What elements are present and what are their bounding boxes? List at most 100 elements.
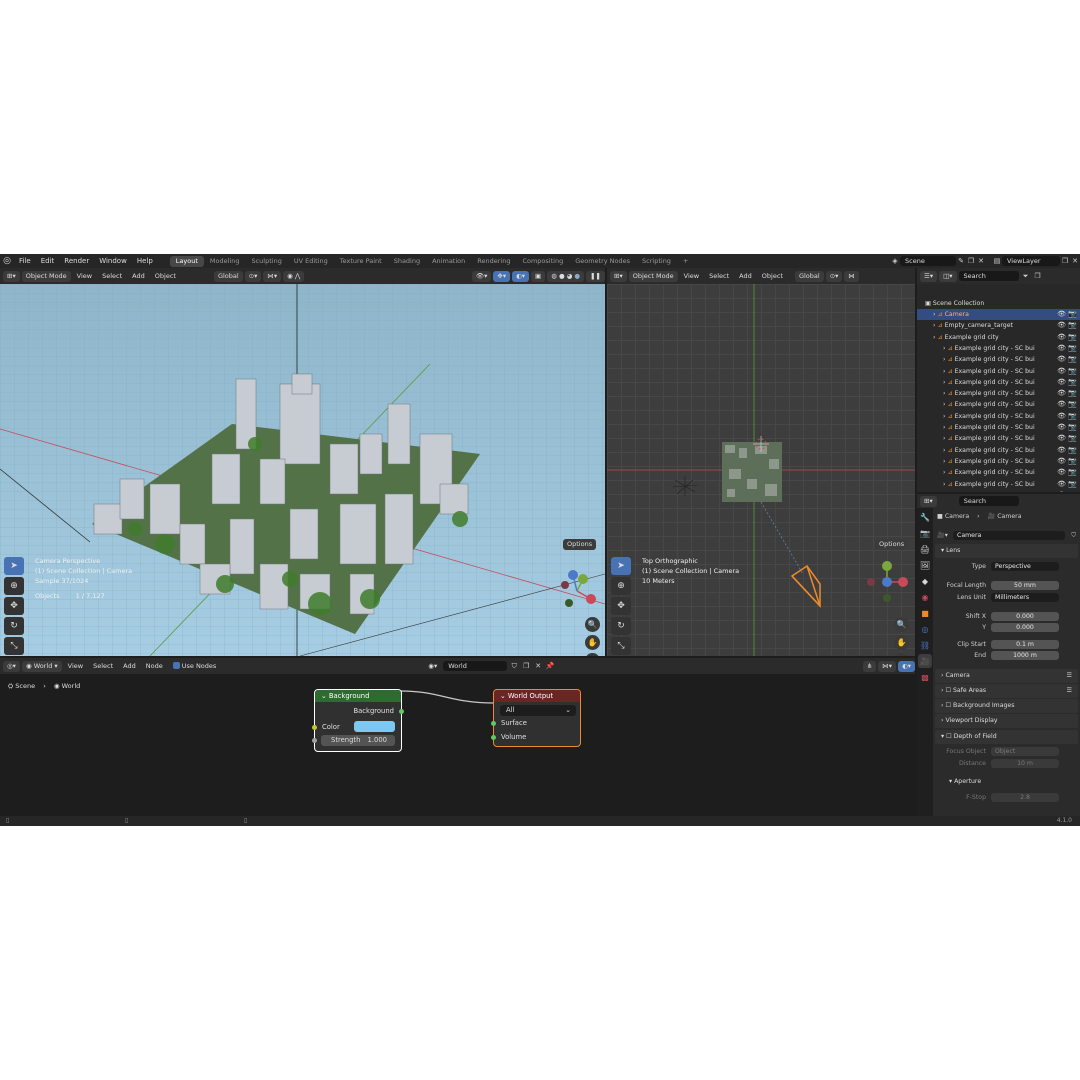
viewlayer-icon[interactable]: ▤	[992, 256, 1002, 266]
options-button[interactable]: Options	[563, 539, 597, 550]
render-camera-icon[interactable]: 📷	[1068, 320, 1077, 331]
menu-node[interactable]: Node	[142, 661, 167, 672]
outliner-item[interactable]: › ⊿ Example grid city - SC bui👁📷	[917, 456, 1080, 467]
orientation-selector[interactable]: Global	[213, 270, 243, 282]
move-icon[interactable]: ✥	[611, 597, 631, 615]
overlay-icon[interactable]: ◐▾	[898, 660, 915, 672]
editor-type-icon[interactable]: ⊞▾	[3, 270, 20, 282]
delete-viewlayer-icon[interactable]: ✕	[1070, 256, 1080, 266]
visibility-eye-icon[interactable]: 👁	[1057, 490, 1066, 492]
unlink-icon[interactable]: ✕	[533, 661, 543, 671]
output-tab-icon[interactable]: 🖨	[918, 542, 932, 556]
new-collection-icon[interactable]: ❐	[1033, 271, 1043, 281]
menu-render[interactable]: Render	[59, 257, 94, 265]
tab-texture-paint[interactable]: Texture Paint	[334, 256, 388, 267]
shading-modes-icon[interactable]: ◍ ● ◕ ●	[547, 270, 585, 282]
visibility-eye-icon[interactable]: 👁	[1057, 467, 1066, 478]
new-scene-icon[interactable]: ❐	[966, 256, 976, 266]
camera-data-tab-icon[interactable]: 🎥	[918, 654, 932, 668]
rotate-icon[interactable]: ↻	[611, 617, 631, 635]
menu-view[interactable]: View	[680, 271, 703, 282]
camera-panel-header[interactable]: › Camera ☰	[935, 669, 1078, 683]
viewport-camera[interactable]: ⊞▾ Object Mode View Select Add Object Gl…	[0, 268, 605, 656]
camera-view-icon[interactable]: 🎥	[894, 653, 909, 656]
shift-x-field[interactable]: 0.000	[991, 612, 1059, 621]
visibility-eye-icon[interactable]: 👁	[1057, 354, 1066, 365]
outliner-search[interactable]: Search	[958, 271, 1019, 281]
visibility-eye-icon[interactable]: 👁	[1057, 445, 1066, 456]
surface-input-socket[interactable]	[491, 721, 496, 726]
outliner-item[interactable]: › ⊿ Example grid city - SC bui👁📷	[917, 467, 1080, 478]
snap-icon[interactable]: ⋈	[844, 270, 859, 282]
render-camera-icon[interactable]: 📷	[1068, 354, 1077, 365]
zoom-icon[interactable]: 🔍	[894, 617, 909, 632]
world-datablock-icon[interactable]: ◉▾	[424, 661, 441, 672]
type-dropdown[interactable]: Perspective	[991, 562, 1059, 571]
outliner-item[interactable]: › ⊿ Example grid city - SC bui👁📷	[917, 388, 1080, 399]
zoom-icon[interactable]: 🔍	[585, 617, 600, 632]
snap-target-icon[interactable]: ⋈▾	[878, 660, 897, 672]
tab-uv-editing[interactable]: UV Editing	[288, 256, 334, 267]
cursor-icon[interactable]: ⊕	[611, 577, 631, 595]
scene-icon[interactable]: ◈	[890, 256, 900, 266]
editor-type-icon[interactable]: ⊞▾	[610, 270, 627, 282]
options-button[interactable]: Options	[875, 539, 909, 550]
strength-input-socket[interactable]	[312, 738, 317, 743]
view-layer-tab-icon[interactable]: 🖼	[918, 558, 932, 572]
scene-collection-row[interactable]: ▣ Scene Collection	[917, 298, 1080, 309]
menu-help[interactable]: Help	[132, 257, 158, 265]
world-output-node-header[interactable]: ⌄ World Output	[494, 690, 580, 702]
visibility-eye-icon[interactable]: 👁	[1057, 388, 1066, 399]
visibility-icon[interactable]: 👁▾	[471, 270, 492, 282]
texture-tab-icon[interactable]: ▩	[918, 670, 932, 684]
outliner-item[interactable]: › ⊿ Camera 👁 📷	[917, 309, 1080, 321]
outliner-item[interactable]: › ⊿ Example grid city - SC bui👁📷	[917, 411, 1080, 422]
clip-end-field[interactable]: 1000 m	[991, 651, 1059, 660]
tab-geometry-nodes[interactable]: Geometry Nodes	[569, 256, 636, 267]
menu-edit[interactable]: Edit	[36, 257, 60, 265]
constraints-tab-icon[interactable]: ⛓	[918, 638, 932, 652]
viewport-display-panel-header[interactable]: › Viewport Display	[935, 714, 1078, 728]
depth-of-field-panel-header[interactable]: ▾ ☐ Depth of Field	[935, 730, 1078, 744]
distance-field[interactable]: 10 m	[991, 759, 1059, 768]
tab-rendering[interactable]: Rendering	[471, 256, 516, 267]
visibility-eye-icon[interactable]: 👁	[1057, 399, 1066, 410]
outliner-item[interactable]: › ⊿ Example grid city 👁 📷	[917, 332, 1080, 343]
lens-panel-header[interactable]: ▾ Lens	[935, 544, 1078, 558]
render-camera-icon[interactable]: 📷	[1068, 479, 1077, 490]
color-input-socket[interactable]	[312, 725, 317, 730]
properties-search[interactable]: Search	[958, 496, 1019, 506]
render-camera-icon[interactable]: 📷	[1068, 411, 1077, 422]
move-icon[interactable]: ✥	[4, 597, 24, 615]
gizmo-icon[interactable]: ✥▾	[493, 270, 511, 282]
properties-editor-icon[interactable]: ⊞▾	[920, 495, 937, 507]
tool-tab-icon[interactable]: 🔧	[918, 510, 932, 524]
scale-icon[interactable]: ⤡	[4, 637, 24, 655]
filter-icon[interactable]: ⏷	[1021, 271, 1031, 281]
tab-compositing[interactable]: Compositing	[516, 256, 569, 267]
menu-view[interactable]: View	[73, 271, 96, 282]
background-output-socket[interactable]	[399, 709, 404, 714]
menu-select[interactable]: Select	[705, 271, 733, 282]
outliner-item[interactable]: › ⊿ Example grid city - SC bui👁📷	[917, 354, 1080, 365]
visibility-eye-icon[interactable]: 👁	[1057, 433, 1066, 444]
object-tab-icon[interactable]: ■	[918, 606, 932, 620]
menu-object[interactable]: Object	[151, 271, 180, 282]
pan-hand-icon[interactable]: ✋	[585, 635, 600, 650]
mode-selector[interactable]: Object Mode	[628, 270, 678, 282]
visibility-eye-icon[interactable]: 👁	[1057, 309, 1066, 320]
outliner-item[interactable]: › ⊿ Example grid city - SC bui👁📷	[917, 422, 1080, 433]
delete-scene-icon[interactable]: ✕	[976, 256, 986, 266]
fstop-field[interactable]: 2.8	[991, 793, 1059, 802]
outliner-item[interactable]: › ⊿ Example grid city - SC bui👁📷	[917, 377, 1080, 388]
render-camera-icon[interactable]: 📷	[1068, 399, 1077, 410]
tab-layout[interactable]: Layout	[169, 255, 204, 267]
add-workspace-button[interactable]: +	[677, 256, 694, 267]
menu-select[interactable]: Select	[98, 271, 126, 282]
snap-icon[interactable]: ⋔	[862, 660, 877, 672]
menu-object[interactable]: Object	[758, 271, 787, 282]
scene-tab-icon[interactable]: ◆	[918, 574, 932, 588]
duplicate-icon[interactable]: ❐	[521, 661, 531, 671]
pivot-icon[interactable]: ⊙▾	[825, 270, 843, 282]
node-canvas[interactable]: ⛭ Scene › ◉ World ⌄ Background Backgroun…	[0, 674, 915, 816]
